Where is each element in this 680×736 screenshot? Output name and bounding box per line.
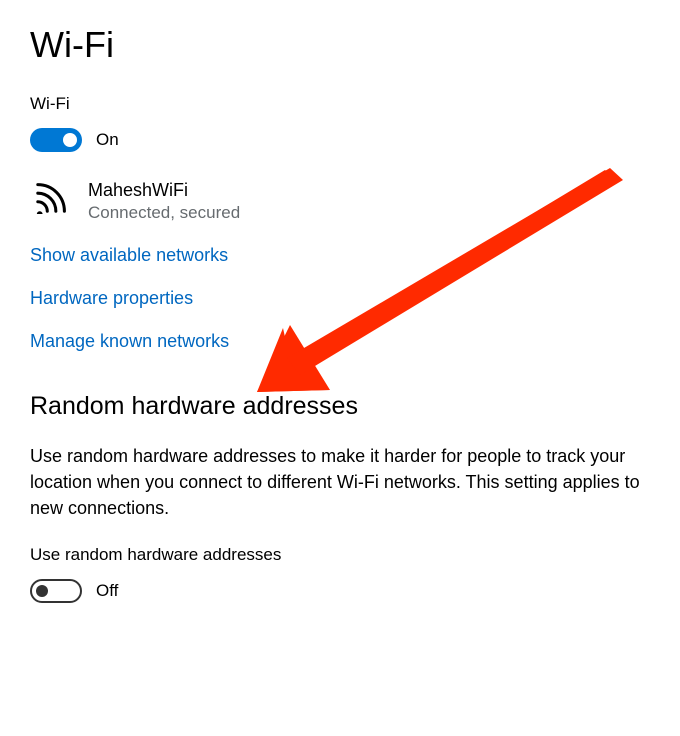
wifi-toggle-state: On — [96, 130, 119, 150]
wifi-toggle[interactable] — [30, 128, 82, 152]
manage-known-networks-link[interactable]: Manage known networks — [30, 331, 650, 352]
wifi-section-label: Wi-Fi — [30, 94, 650, 114]
wifi-toggle-row: On — [30, 128, 650, 152]
random-hw-toggle-state: Off — [96, 581, 118, 601]
page-title: Wi-Fi — [30, 24, 650, 66]
random-hw-toggle-row: Off — [30, 579, 650, 603]
random-hw-heading: Random hardware addresses — [30, 392, 650, 421]
wifi-signal-icon — [30, 180, 72, 219]
random-hw-description: Use random hardware addresses to make it… — [30, 443, 650, 521]
random-hw-toggle[interactable] — [30, 579, 82, 603]
hardware-properties-link[interactable]: Hardware properties — [30, 288, 650, 309]
network-name: MaheshWiFi — [88, 180, 240, 201]
network-status: Connected, secured — [88, 203, 240, 223]
show-available-networks-link[interactable]: Show available networks — [30, 245, 650, 266]
random-hw-toggle-label: Use random hardware addresses — [30, 545, 650, 565]
network-info: MaheshWiFi Connected, secured — [88, 180, 240, 223]
current-network[interactable]: MaheshWiFi Connected, secured — [30, 180, 650, 223]
